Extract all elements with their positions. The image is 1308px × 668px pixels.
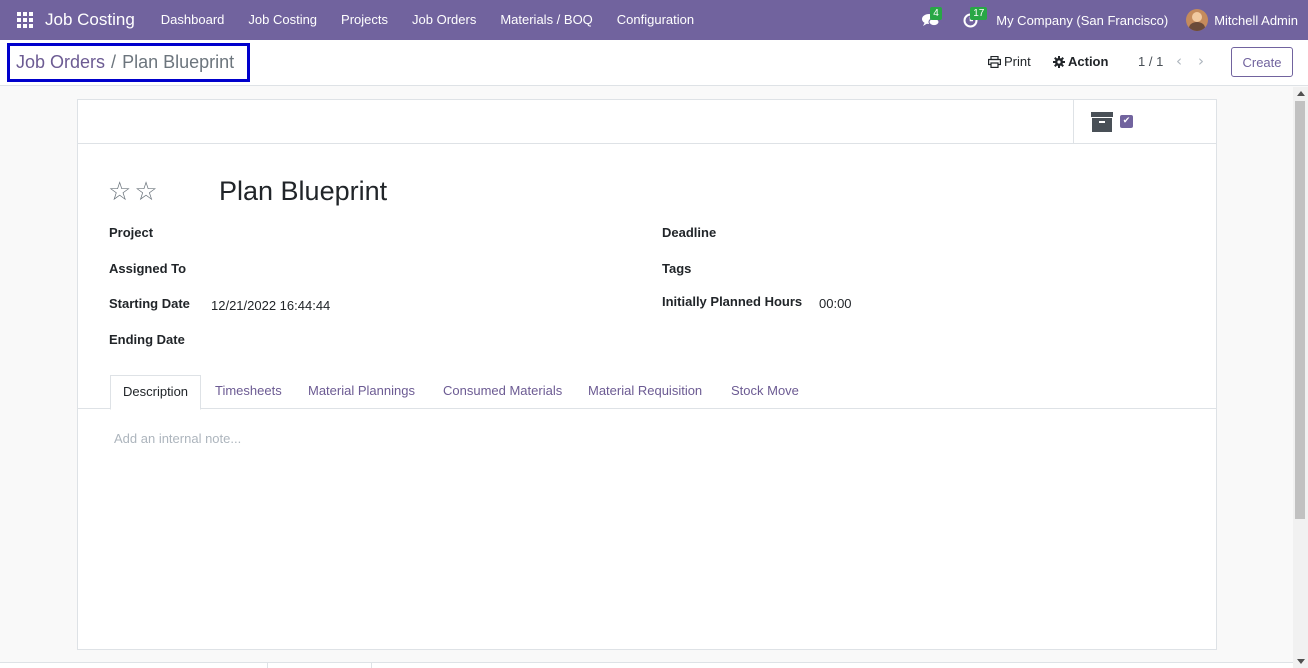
priority-widget: ☆ ☆ [108,178,161,206]
company-switcher[interactable]: My Company (San Francisco) [996,13,1168,28]
top-navbar: Job Costing Dashboard Job Costing Projec… [0,0,1308,40]
notebook-tabs: Description Timesheets Material Planning… [78,375,1216,410]
form-sheet: ✔ ☆ ☆ Plan Blueprint Project Assigned To… [77,99,1217,650]
tab-timesheets[interactable]: Timesheets [215,375,282,409]
scroll-down-icon[interactable] [1297,659,1305,664]
menu-item-configuration[interactable]: Configuration [605,0,706,40]
main-menu: Dashboard Job Costing Projects Job Order… [149,0,706,40]
create-button[interactable]: Create [1231,47,1293,77]
user-menu[interactable]: Mitchell Admin [1186,9,1298,31]
internal-note-field[interactable]: Add an internal note... [114,431,241,446]
user-name: Mitchell Admin [1214,12,1298,28]
button-box-divider [1073,100,1074,144]
menu-item-projects[interactable]: Projects [329,0,400,40]
chatter-strip [0,662,1293,668]
star-icon[interactable]: ☆ [108,178,131,206]
control-panel: Job Orders / Plan Blueprint Print Action… [0,40,1308,86]
tab-material-requisition[interactable]: Material Requisition [588,375,702,409]
messages-button[interactable]: 4 [910,0,950,40]
tab-stock-move[interactable]: Stock Move [731,375,799,409]
apps-grid-icon[interactable] [17,12,33,28]
planned-hours-label: Initially Planned Hours [662,294,803,309]
project-label: Project [109,225,154,240]
tab-description[interactable]: Description [110,375,202,410]
planned-hours-field[interactable]: 00:00 [819,296,852,311]
starting-date-label: Starting Date [109,296,190,311]
archive-icon[interactable] [1091,112,1113,132]
activities-count-badge: 17 [970,7,988,20]
tags-label: Tags [662,261,692,276]
menu-item-materials-boq[interactable]: Materials / BOQ [488,0,604,40]
breadcrumb-separator: / [111,52,117,72]
menu-item-job-costing[interactable]: Job Costing [236,0,329,40]
app-brand[interactable]: Job Costing [45,10,135,30]
scroll-up-icon[interactable] [1297,91,1305,96]
tab-consumed-materials[interactable]: Consumed Materials [443,375,562,409]
pager-previous-icon[interactable]: ‹ [1176,52,1182,70]
action-button[interactable]: Action [1053,54,1108,69]
starting-date-field[interactable]: 12/21/2022 16:44:44 [211,298,330,313]
print-label: Print [1004,54,1031,69]
print-button[interactable]: Print [988,54,1031,69]
printer-icon [988,55,1001,68]
ending-date-label: Ending Date [109,332,185,347]
menu-item-job-orders[interactable]: Job Orders [400,0,488,40]
scroll-thumb[interactable] [1295,101,1305,519]
action-label: Action [1068,54,1109,69]
star-icon[interactable]: ☆ [134,178,157,206]
avatar [1186,9,1209,31]
systray: 4 17 My Company (San Francisco) Mitchell… [910,0,1298,40]
gear-icon [1053,55,1065,68]
checkbox-icon[interactable]: ✔ [1120,115,1133,128]
deadline-label: Deadline [662,225,717,240]
assigned-to-label: Assigned To [109,261,187,276]
activities-button[interactable]: 17 [950,0,990,40]
messages-count-badge: 4 [930,7,942,20]
tab-material-plannings[interactable]: Material Plannings [308,375,415,409]
menu-item-dashboard[interactable]: Dashboard [149,0,237,40]
pager-next-icon[interactable]: › [1198,52,1204,70]
breadcrumb-current: Plan Blueprint [122,52,235,72]
page-scrollbar[interactable] [1293,87,1308,668]
breadcrumb: Job Orders / Plan Blueprint [7,43,250,82]
breadcrumb-parent-link[interactable]: Job Orders [16,52,105,73]
record-title[interactable]: Plan Blueprint [219,176,387,207]
smart-button-box: ✔ [78,100,1216,144]
pager-value[interactable]: 1 / 1 [1138,54,1163,69]
